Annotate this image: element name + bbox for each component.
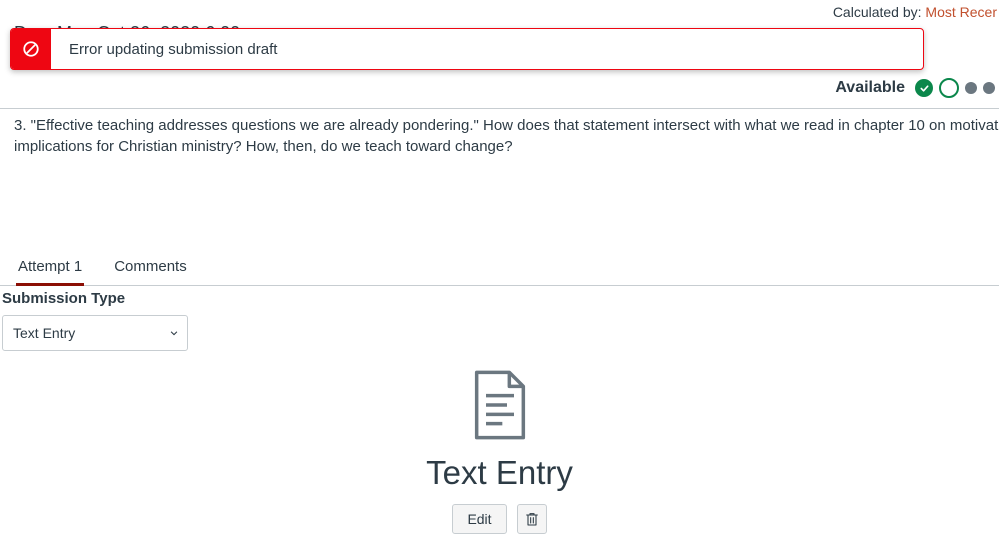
text-entry-panel: Text Entry Edit: [0, 370, 999, 534]
delete-button[interactable]: [517, 504, 547, 534]
tab-attempt[interactable]: Attempt 1: [16, 250, 84, 285]
calculated-by-label: Calculated by:: [833, 4, 922, 20]
status-pending-icon-1[interactable]: [965, 82, 977, 94]
error-message: Error updating submission draft: [51, 29, 923, 69]
question-line-2: implications for Christian ministry? How…: [14, 136, 985, 157]
text-entry-heading: Text Entry: [426, 454, 573, 492]
status-row: Available: [835, 78, 995, 98]
assignment-description: 3. "Effective teaching addresses questio…: [0, 108, 999, 157]
submission-tabs: Attempt 1 Comments: [0, 250, 999, 286]
status-label: Available: [835, 79, 905, 97]
calculated-by: Calculated by: Most Recer: [833, 4, 997, 20]
status-complete-icon[interactable]: [915, 79, 933, 97]
question-line-1: 3. "Effective teaching addresses questio…: [14, 115, 985, 136]
edit-button[interactable]: Edit: [452, 504, 506, 534]
submission-type-section: Submission Type Text Entry: [2, 290, 188, 351]
calculated-by-link[interactable]: Most Recer: [925, 4, 997, 20]
tab-comments[interactable]: Comments: [112, 250, 189, 285]
document-icon: [470, 370, 530, 440]
error-icon: [11, 29, 51, 69]
submission-type-label: Submission Type: [2, 290, 188, 307]
submission-type-select[interactable]: Text Entry: [2, 315, 188, 351]
error-alert: Error updating submission draft: [10, 28, 924, 70]
submission-type-select-wrap: Text Entry: [2, 315, 188, 351]
status-pending-icon-2[interactable]: [983, 82, 995, 94]
status-current-icon[interactable]: [939, 78, 959, 98]
text-entry-actions: Edit: [452, 504, 546, 534]
trash-icon: [524, 511, 540, 527]
